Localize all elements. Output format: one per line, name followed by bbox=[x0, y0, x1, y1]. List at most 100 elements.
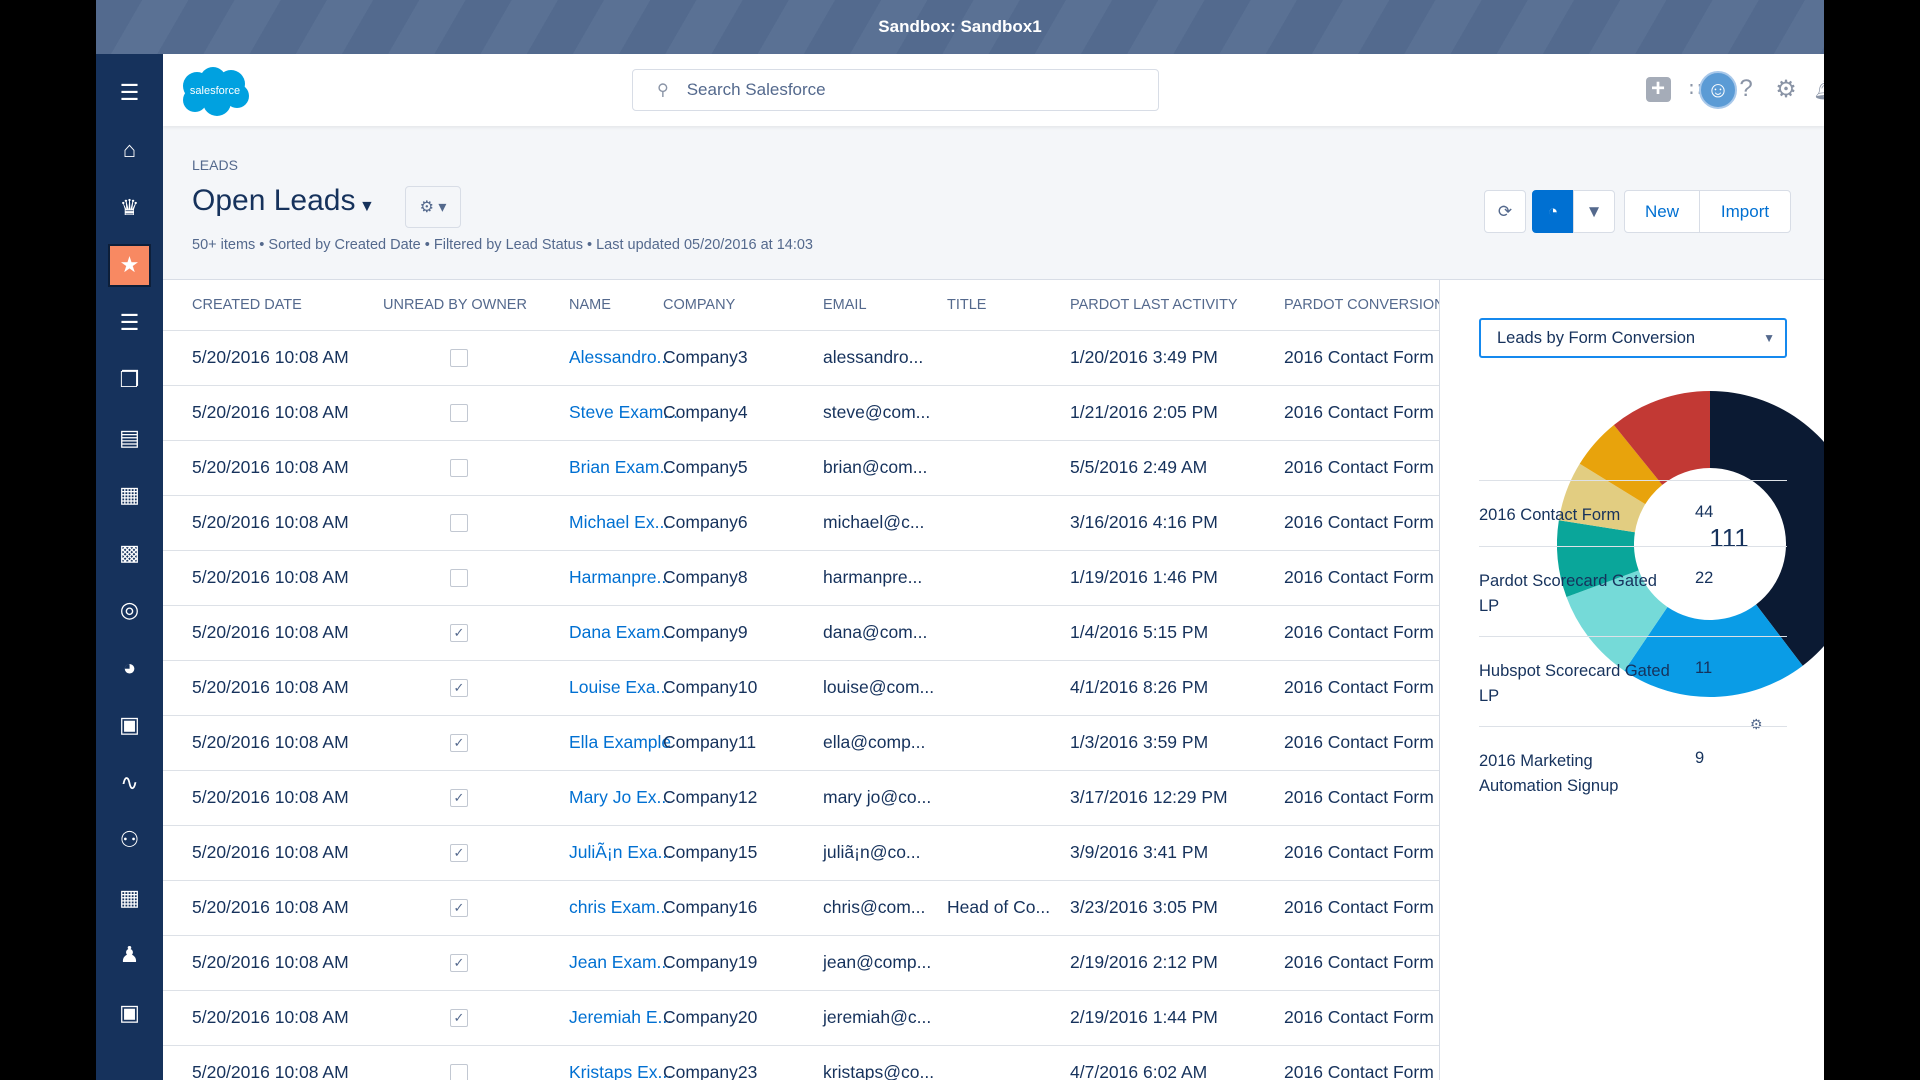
refresh-button[interactable]: ⟳ bbox=[1484, 190, 1526, 233]
pardot-last-activity: 2/19/2016 2:12 PM bbox=[1070, 952, 1218, 972]
lead-name-link[interactable]: Jean Exam... bbox=[569, 936, 671, 989]
lead-name-link[interactable]: Brian Exam... bbox=[569, 441, 674, 494]
clipboard-icon[interactable]: ▣ bbox=[108, 704, 151, 747]
menu-icon[interactable]: ☰ bbox=[108, 71, 151, 114]
legend-label: 2016 Contact Form bbox=[1479, 506, 1621, 524]
lead-name-link[interactable]: Harmanpre... bbox=[569, 551, 671, 604]
unread-checkbox[interactable] bbox=[450, 459, 468, 477]
setup-gear-icon[interactable]: ⚙ bbox=[1771, 74, 1801, 104]
filter-button[interactable]: ▼ bbox=[1573, 190, 1615, 233]
email: juliã¡n@co... bbox=[823, 842, 921, 862]
files-icon[interactable]: ❐ bbox=[108, 359, 151, 402]
unread-checkbox[interactable] bbox=[450, 569, 468, 587]
legend-item[interactable]: Hubspot Scorecard Gated LP 11 bbox=[1479, 636, 1787, 726]
legend-item[interactable]: 2016 Marketing Automation Signup 9 bbox=[1479, 726, 1787, 816]
email: alessandro... bbox=[823, 347, 924, 367]
lead-name-link[interactable]: Michael Ex... bbox=[569, 496, 669, 549]
legend-label: Pardot Scorecard Gated LP bbox=[1479, 572, 1657, 615]
unread-checkbox[interactable]: ✓ bbox=[450, 844, 468, 862]
pardot-conversion: 2016 Contact Form bbox=[1284, 952, 1434, 972]
groups-icon[interactable]: ⚇ bbox=[108, 819, 151, 862]
email: harmanpre... bbox=[823, 567, 923, 587]
list-view-settings-button[interactable]: ⚙ ▾ bbox=[405, 186, 461, 228]
unread-checkbox[interactable] bbox=[450, 514, 468, 532]
unread-checkbox[interactable]: ✓ bbox=[450, 624, 468, 642]
legend-item[interactable]: Pardot Scorecard Gated LP 22 bbox=[1479, 546, 1787, 636]
company: Company9 bbox=[663, 622, 748, 642]
calendar-icon[interactable]: ▦ bbox=[108, 876, 151, 919]
company: Company4 bbox=[663, 402, 748, 422]
column-header[interactable]: EMAIL bbox=[823, 280, 867, 330]
refresh-icon: ⟳ bbox=[1497, 201, 1513, 221]
column-header[interactable]: PARDOT LAST ACTIVITY bbox=[1070, 280, 1238, 330]
lead-name-link[interactable]: JuliÃ¡n Exa... bbox=[569, 826, 672, 879]
email: chris@com... bbox=[823, 897, 926, 917]
notes-icon[interactable]: ▤ bbox=[108, 416, 151, 459]
lead-name-link[interactable]: Ella Example bbox=[569, 716, 671, 769]
column-header[interactable]: COMPANY bbox=[663, 280, 735, 330]
unread-checkbox[interactable]: ✓ bbox=[450, 954, 468, 972]
created-date: 5/20/2016 10:08 AM bbox=[192, 897, 349, 917]
lead-name-link[interactable]: Dana Exam... bbox=[569, 606, 675, 659]
legend-label: 2016 Marketing Automation Signup bbox=[1479, 752, 1619, 795]
table-row: 5/20/2016 10:08 AM Michael Ex... Company6 m… bbox=[163, 495, 1439, 550]
unread-checkbox[interactable]: ✓ bbox=[450, 734, 468, 752]
company: Company10 bbox=[663, 677, 758, 697]
user-avatar[interactable]: ☺ bbox=[1699, 71, 1737, 109]
lead-name-link[interactable]: Steve Exam... bbox=[569, 386, 678, 439]
notifications-bell-icon[interactable]: 🔔︎ bbox=[1811, 74, 1824, 104]
pardot-last-activity: 1/19/2016 1:46 PM bbox=[1070, 567, 1218, 587]
unread-checkbox[interactable]: ✓ bbox=[450, 679, 468, 697]
email: steve@com... bbox=[823, 402, 931, 422]
pulse-icon[interactable]: ∿ bbox=[108, 761, 151, 804]
new-button[interactable]: New bbox=[1624, 190, 1700, 233]
lead-name-link[interactable]: Louise Exa... bbox=[569, 661, 670, 714]
created-date: 5/20/2016 10:08 AM bbox=[192, 347, 349, 367]
person-icon[interactable]: ♟ bbox=[108, 934, 151, 977]
column-header[interactable]: TITLE bbox=[947, 280, 986, 330]
list-view-chevron-down-icon[interactable]: ▼ bbox=[359, 198, 375, 216]
column-header[interactable]: NAME bbox=[569, 280, 611, 330]
import-button[interactable]: Import bbox=[1699, 190, 1791, 233]
list-view-meta: 50+ items • Sorted by Created Date • Fil… bbox=[192, 237, 814, 253]
home-icon[interactable]: ⌂ bbox=[108, 129, 151, 172]
global-search[interactable]: ⚲ bbox=[632, 69, 1159, 111]
unread-checkbox[interactable] bbox=[450, 349, 468, 367]
target-icon[interactable]: ◎ bbox=[108, 589, 151, 632]
unread-checkbox[interactable] bbox=[450, 1064, 468, 1080]
list-view-title[interactable]: Open Leads bbox=[192, 184, 355, 218]
add-icon[interactable]: + bbox=[1643, 74, 1673, 104]
unread-checkbox[interactable]: ✓ bbox=[450, 789, 468, 807]
search-input[interactable] bbox=[686, 80, 1127, 100]
leads-star-icon[interactable]: ★ bbox=[108, 243, 151, 287]
column-header[interactable]: UNREAD BY OWNER bbox=[383, 280, 527, 330]
lead-name-link[interactable]: Mary Jo Ex... bbox=[569, 771, 671, 824]
table-row: 5/20/2016 10:08 AM ✓ Jean Exam... Company19… bbox=[163, 935, 1439, 990]
email: louise@com... bbox=[823, 677, 935, 697]
column-header[interactable]: CREATED DATE bbox=[192, 280, 302, 330]
pardot-last-activity: 1/4/2016 5:15 PM bbox=[1070, 622, 1209, 642]
created-date: 5/20/2016 10:08 AM bbox=[192, 402, 349, 422]
chart-toggle-button[interactable]: ◔ bbox=[1532, 190, 1574, 233]
chart-type-dropdown[interactable]: Leads by Form Conversion ▼ bbox=[1479, 318, 1787, 358]
building-icon[interactable]: ▦ bbox=[108, 474, 151, 517]
briefcase-icon[interactable]: ▣ bbox=[108, 991, 151, 1034]
created-date: 5/20/2016 10:08 AM bbox=[192, 567, 349, 587]
unread-checkbox[interactable]: ✓ bbox=[450, 899, 468, 917]
dashboard-icon[interactable]: ◕ bbox=[108, 646, 151, 689]
column-header[interactable]: PARDOT CONVERSION bbox=[1284, 280, 1445, 330]
unread-checkbox[interactable] bbox=[450, 404, 468, 422]
crown-icon[interactable]: ♛ bbox=[108, 186, 151, 229]
salesforce-logo[interactable]: salesforce bbox=[177, 64, 253, 118]
lead-name-link[interactable]: Alessandro... bbox=[569, 331, 671, 384]
lead-name-link[interactable]: chris Exam... bbox=[569, 881, 670, 934]
task-list-icon[interactable]: ☰ bbox=[108, 301, 151, 344]
lead-name-link[interactable]: Jeremiah E... bbox=[569, 991, 672, 1044]
pardot-conversion: 2016 Contact Form bbox=[1284, 842, 1434, 862]
contact-card-icon[interactable]: ▩ bbox=[108, 531, 151, 574]
lead-name-link[interactable]: Kristaps Ex... bbox=[569, 1046, 672, 1080]
unread-checkbox[interactable]: ✓ bbox=[450, 1009, 468, 1027]
sandbox-banner: Sandbox: Sandbox1 bbox=[96, 0, 1824, 54]
app-frame: Sandbox: Sandbox1 ☰ ⌂ ♛ ★ ☰ ❐ ▤ ▦ ▩ ◎ ◕ ▣ ∿ ⚇ ▦ ♟ ▣ sale… bbox=[96, 0, 1824, 1080]
chart-panel: Leads by Form Conversion ▼ 111 ⚙ 2016 Con… bbox=[1439, 279, 1824, 1080]
